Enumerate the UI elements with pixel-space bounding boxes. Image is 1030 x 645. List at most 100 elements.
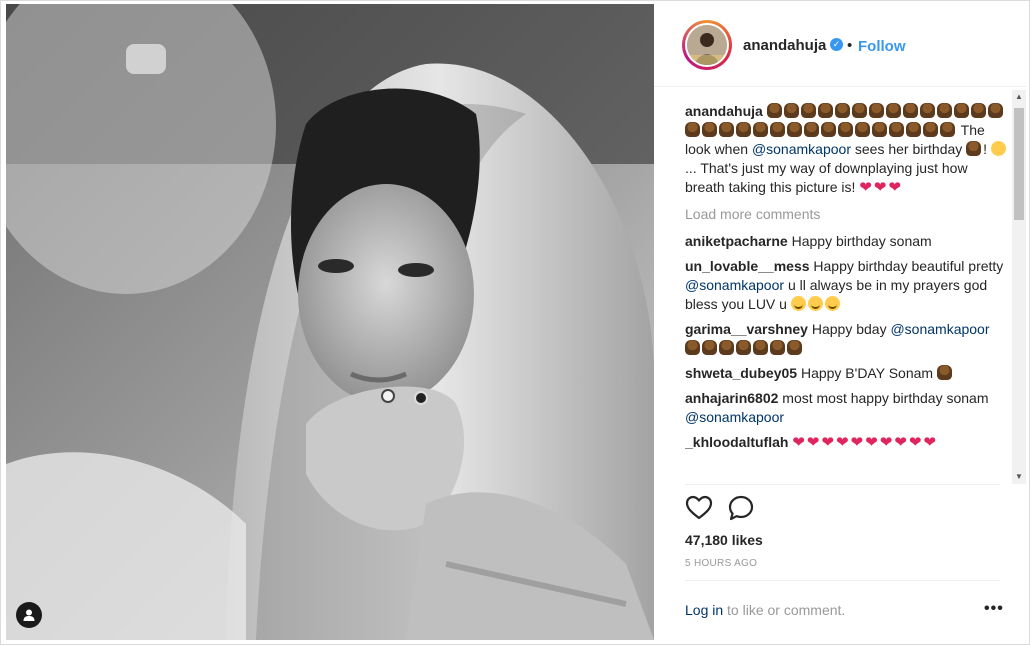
cake-emoji [783,103,799,118]
cake-emoji [685,340,700,355]
comment-mention[interactable]: @sonamkapoor [685,277,784,293]
cake-emoji [868,103,884,118]
post-side-panel: anandahuja ✓ • Follow anandahuja The loo… [654,4,1026,640]
comment-text: Happy B'DAY Sonam [800,365,934,381]
scroll-down-arrow-icon[interactable]: ▼ [1012,470,1026,484]
cake-emoji [719,122,734,137]
scroll-up-arrow-icon[interactable]: ▲ [1012,90,1026,104]
cake-emoji [800,103,816,118]
caption-text-2: sees her birthday [854,141,963,157]
cake-emoji [736,340,751,355]
cake-emoji [736,122,751,137]
cake-emoji [719,340,734,355]
post-header: anandahuja ✓ • Follow [654,4,1026,87]
cake-emoji [872,122,887,137]
follow-button[interactable]: Follow [858,38,906,55]
comment-bubble-icon[interactable] [727,494,755,522]
login-prompt-text: to like or comment. [727,602,846,618]
comment-mention[interactable]: @sonamkapoor [685,409,784,425]
cake-emoji [766,103,782,118]
comment-item: aniketpacharne Happy birthday sonam [685,232,1010,251]
cake-emoji [834,103,850,118]
comment-item: anhajarin6802 most most happy birthday s… [685,389,1010,427]
cake-emoji [770,122,785,137]
cake-emoji [702,122,717,137]
comment-text: most most happy birthday sonam [782,390,989,406]
heart-emoji: ❤ [836,434,849,451]
comment-username[interactable]: aniketpacharne [685,233,788,249]
smiley-emoji [824,296,840,311]
cake-emoji [902,103,918,118]
cake-emoji [936,103,952,118]
scrollbar-thumb[interactable] [1014,108,1024,220]
comment-username[interactable]: garima__varshney [685,321,808,337]
login-prompt: Log in to like or comment. [685,602,845,618]
heart-emoji: ❤ [923,434,937,451]
heart-emoji: ❤ [894,434,907,451]
comments-list: anandahuja The look when @sonamkapoor se… [685,102,1010,480]
comment-item: _khloodaltuflah ❤ ❤ ❤ ❤ ❤ ❤ ❤ ❤ ❤ ❤ [685,433,1010,452]
heart-emoji: ❤ [879,434,893,451]
heart-emoji: ❤ [888,179,902,196]
load-more-comments-link[interactable]: Load more comments [685,205,1010,224]
cake-emoji [940,122,955,137]
comment-mention[interactable]: @sonamkapoor [890,321,989,337]
caption-text-3: ! [983,141,988,157]
comment-item: shweta_dubey05 Happy B'DAY Sonam [685,364,1010,383]
cake-emoji [685,122,700,137]
comment-text: Happy birthday beautiful pretty [813,258,1004,274]
divider [685,484,1000,485]
heart-emoji: ❤ [792,434,805,451]
comment-item: un_lovable__mess Happy birthday beautifu… [685,257,1010,314]
comment-text: Happy bday [811,321,887,337]
avatar[interactable] [682,20,732,70]
comment-username[interactable]: _khloodaltuflah [685,434,788,450]
like-heart-icon[interactable] [685,494,713,522]
caption-mention[interactable]: @sonamkapoor [752,141,851,157]
cake-emoji [753,122,768,137]
cake-emoji [804,122,819,137]
caption-text-5: That's just my way of downplaying just h… [685,160,968,195]
cake-emoji [987,103,1003,118]
post-timestamp[interactable]: 5 HOURS AGO [685,558,757,569]
comment-username[interactable]: anhajarin6802 [685,390,778,406]
heart-emoji: ❤ [908,434,922,451]
avatar-photo [687,25,727,65]
cake-emoji [821,122,836,137]
cake-emoji [889,122,904,137]
heart-emoji: ❤ [873,179,887,196]
cake-emoji [753,340,768,355]
more-options-button[interactable]: ••• [984,600,1004,618]
comment-item: garima__varshney Happy bday @sonamkapoor [685,320,1010,358]
cake-emoji [919,103,935,118]
caption-username[interactable]: anandahuja [685,103,763,119]
cake-emoji [838,122,853,137]
caption: anandahuja The look when @sonamkapoor se… [685,102,1010,197]
cake-emoji [936,365,952,380]
comment-username[interactable]: un_lovable__mess [685,258,810,274]
cake-emoji [770,340,785,355]
comment-username[interactable]: shweta_dubey05 [685,365,797,381]
heart-emoji: ❤ [806,434,820,451]
heart-emoji: ❤ [859,179,872,196]
user-tag-icon[interactable] [16,602,42,628]
cake-emoji [966,141,982,156]
cake-emoji [885,103,901,118]
comments-scrollbar[interactable]: ▲ ▼ [1012,90,1026,484]
login-link[interactable]: Log in [685,602,723,618]
divider [685,580,1000,581]
laughing-emoji [990,141,1006,156]
cake-emoji [817,103,833,118]
cake-emoji [851,103,867,118]
header-username[interactable]: anandahuja [743,37,826,54]
verified-badge-icon: ✓ [830,38,843,51]
likes-count[interactable]: 47,180 likes [685,532,763,548]
cake-emoji [787,122,802,137]
caption-text-4: ... [685,160,697,176]
cake-emoji [923,122,938,137]
heart-emoji: ❤ [865,434,878,451]
cake-emoji [702,340,717,355]
comment-text: Happy birthday sonam [791,233,932,249]
post-photo[interactable] [6,4,654,640]
cake-emoji [787,340,802,355]
